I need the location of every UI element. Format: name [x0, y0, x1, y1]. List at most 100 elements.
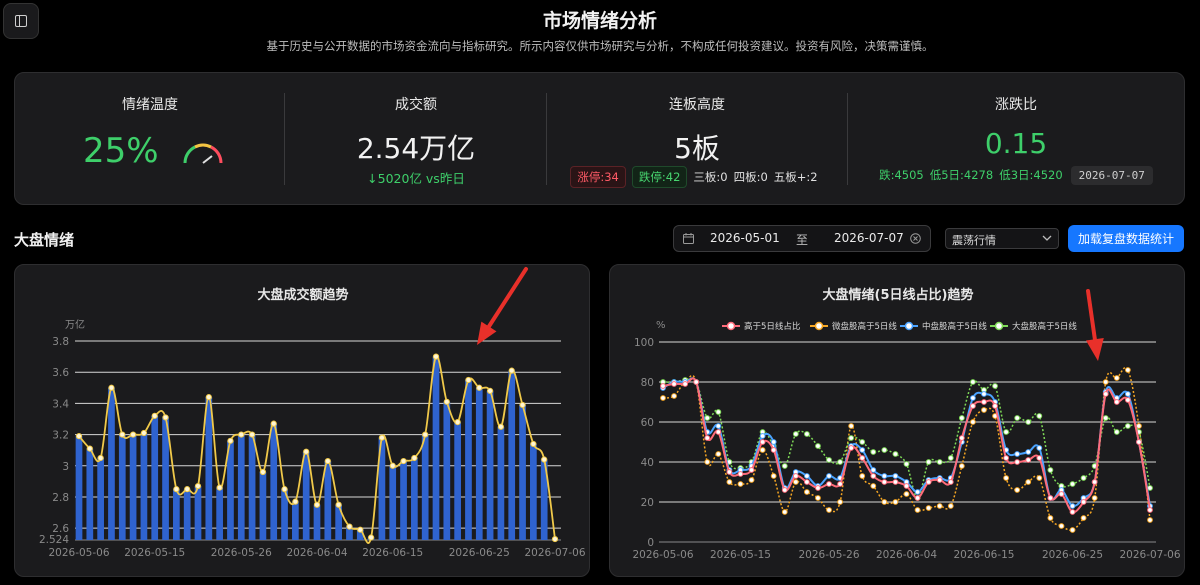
metric-board-label: 连板高度 — [669, 97, 725, 113]
data-point — [281, 486, 288, 493]
end-date-input[interactable]: 2026-07-07 — [834, 231, 904, 245]
data-point — [925, 459, 932, 465]
data-point — [1025, 449, 1032, 455]
data-point — [770, 447, 777, 453]
data-point — [737, 481, 744, 487]
low5-count: 低5日:4278 — [929, 168, 994, 182]
data-point — [1124, 397, 1131, 403]
data-point — [715, 451, 722, 457]
legend-marker — [994, 321, 1004, 331]
data-point — [1113, 375, 1120, 381]
bar — [270, 423, 278, 540]
x-tick-label: 2026-05-26 — [211, 547, 272, 559]
metric-advdec-value: 0.15 — [984, 127, 1048, 160]
data-point — [1069, 509, 1076, 515]
data-point — [465, 376, 472, 384]
data-point — [346, 523, 353, 530]
section-title: 大盘情绪 — [14, 231, 75, 249]
data-point — [1080, 475, 1087, 481]
data-point — [958, 463, 965, 469]
data-point — [1025, 419, 1032, 425]
data-point — [1102, 391, 1109, 397]
metric-turnover: 成交额 2.54万亿 ↓5020亿 vs昨日 — [285, 73, 547, 204]
data-point — [781, 487, 788, 493]
data-point — [826, 507, 832, 513]
data-point — [443, 398, 450, 405]
metric-board-value: 5板 — [674, 132, 720, 165]
data-point — [432, 353, 440, 360]
data-point — [108, 384, 115, 391]
board5-count: 五板+:2 — [773, 170, 818, 184]
data-point — [389, 462, 396, 469]
data-point — [958, 435, 965, 441]
x-tick-label: 2026-07-06 — [1119, 549, 1180, 561]
data-point — [238, 431, 245, 438]
metric-board-height: 连板高度 5板 涨停:34 跌停:42 三板:0 四板:0 五板+:2 — [547, 73, 847, 204]
bar — [389, 465, 397, 540]
data-point — [259, 468, 267, 476]
data-point — [1091, 479, 1098, 485]
calendar-icon — [683, 233, 694, 244]
y-tick-label: 3.4 — [52, 398, 69, 410]
bar — [302, 451, 310, 540]
metric-turnover-delta: ↓5020亿 vs昨日 — [367, 171, 465, 186]
data-point — [970, 403, 976, 409]
metrics-panel: 情绪温度 25% 成交额 2.54万亿 ↓5020亿 vs昨日 连板高度 5板 … — [14, 72, 1185, 205]
data-point — [162, 414, 169, 421]
data-point — [981, 399, 987, 405]
annotation-arrow-shaft — [1086, 289, 1097, 342]
data-point — [1025, 457, 1032, 463]
data-point — [781, 509, 788, 515]
bar — [400, 461, 407, 540]
down-count: 跌:4505 — [879, 168, 924, 182]
y-tick-label: 3.2 — [52, 430, 69, 442]
data-point — [335, 501, 342, 508]
clear-icon[interactable] — [910, 233, 921, 244]
data-point — [792, 479, 799, 485]
low3-count: 低3日:4520 — [999, 168, 1063, 182]
load-stats-button[interactable]: 加载复盘数据统计 — [1068, 225, 1184, 252]
data-point — [1136, 439, 1142, 445]
data-point — [541, 456, 548, 463]
market-mode-select[interactable]: 震荡行情 — [945, 228, 1059, 249]
start-date-input[interactable]: 2026-05-01 — [710, 231, 780, 245]
y-tick-label: 60 — [641, 417, 654, 429]
legend-label: 微盘股高于5日线 — [832, 321, 897, 332]
data-point — [303, 448, 310, 455]
data-point — [770, 439, 777, 445]
data-point — [194, 482, 202, 490]
bar — [465, 379, 472, 540]
data-point — [324, 457, 331, 465]
bar — [248, 434, 256, 540]
data-point — [313, 501, 321, 508]
data-point — [925, 505, 932, 511]
legend-label: 大盘股高于5日线 — [1012, 321, 1077, 332]
data-point — [1036, 413, 1043, 419]
y-tick-label: 3.6 — [52, 367, 69, 379]
data-point — [1014, 451, 1021, 457]
data-point — [530, 440, 537, 448]
date-badge: 2026-07-07 — [1070, 166, 1153, 185]
x-tick-label: 2026-07-06 — [524, 547, 585, 559]
data-point — [660, 383, 666, 389]
data-point — [892, 473, 899, 479]
data-point — [357, 526, 364, 533]
date-range-picker[interactable]: 2026-05-01 至 2026-07-07 — [673, 225, 931, 252]
data-point — [1003, 475, 1010, 481]
sentiment-chart: 大盘情绪(5日线占比)趋势% 高于5日线占比 微盘股高于5日线 中盘股高于5日线 大盘股… — [632, 287, 1180, 561]
y-axis-unit: 万亿 — [65, 318, 85, 331]
y-tick-label: 80 — [641, 377, 654, 389]
advdec-stats: 跌:4505 低5日:4278 低3日:4520 2026-07-07 — [848, 166, 1184, 185]
data-point — [1124, 367, 1131, 373]
bar — [421, 434, 429, 540]
data-point — [958, 415, 965, 421]
annotation-arrow-shaft — [486, 267, 528, 329]
data-point — [881, 479, 888, 485]
data-point — [803, 431, 810, 437]
legend-marker — [814, 321, 824, 331]
data-point — [914, 507, 921, 513]
data-point — [892, 479, 899, 485]
data-point — [992, 383, 998, 389]
data-point — [97, 454, 104, 462]
data-point — [947, 503, 954, 509]
